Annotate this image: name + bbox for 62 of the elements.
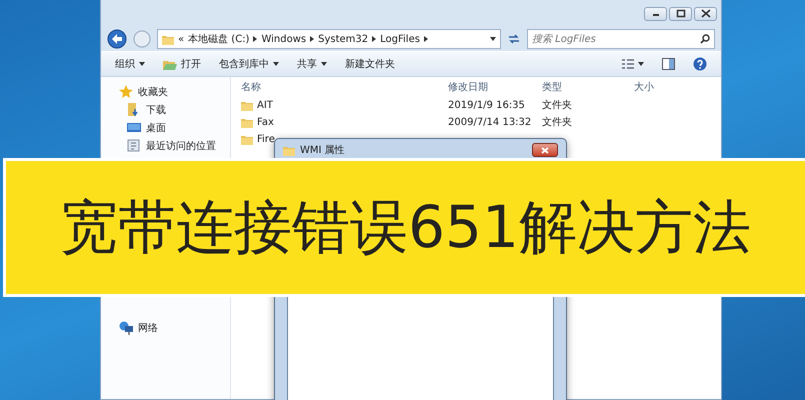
- view-button[interactable]: [622, 59, 644, 69]
- search-icon: [700, 34, 710, 44]
- nav-item[interactable]: 下载: [146, 102, 166, 118]
- column-header[interactable]: 名称: [241, 80, 448, 94]
- banner-title: 宽带连接错误651解决方法: [60, 192, 751, 263]
- network-icon: [119, 321, 133, 335]
- nav-item[interactable]: 桌面: [146, 120, 166, 136]
- toolbar-button[interactable]: 组织: [115, 56, 145, 72]
- dialog-title: WMI 属性: [300, 144, 345, 158]
- close-icon: [541, 146, 549, 154]
- folder-icon: [241, 100, 253, 111]
- breadcrumb-item[interactable]: 本地磁盘 (C:): [188, 32, 250, 46]
- folder-icon: [241, 117, 253, 128]
- caret-icon: [321, 62, 327, 66]
- folder-icon: [241, 134, 253, 145]
- breadcrumb-item[interactable]: Windows: [261, 32, 306, 46]
- caret-icon: [638, 62, 644, 66]
- breadcrumb-item[interactable]: LogFiles: [380, 32, 420, 46]
- caret-icon: [139, 62, 145, 66]
- file-name[interactable]: Fire: [257, 132, 275, 147]
- open-icon: [163, 58, 177, 70]
- close-button[interactable]: [532, 143, 558, 157]
- toolbar-button[interactable]: 共享: [297, 56, 327, 72]
- list-view-icon: [622, 59, 634, 69]
- nav-item[interactable]: 收藏夹: [138, 84, 168, 100]
- date-cell: 2009/7/14 13:32: [448, 117, 532, 128]
- type-cell: 文件夹: [542, 100, 572, 111]
- help-icon[interactable]: [693, 57, 707, 71]
- maximize-icon: [676, 9, 686, 18]
- chevron-icon: [310, 36, 314, 42]
- toolbar-button[interactable]: 包含到库中: [219, 56, 279, 72]
- minimize-button[interactable]: [644, 6, 667, 20]
- maximize-button[interactable]: [669, 6, 692, 20]
- caret-icon: [490, 37, 496, 41]
- refresh-icon[interactable]: [507, 33, 521, 45]
- search-field[interactable]: 搜索 LogFiles: [527, 29, 715, 49]
- file-name[interactable]: AIT: [257, 98, 273, 113]
- column-header[interactable]: 修改日期: [448, 80, 542, 94]
- breadcrumb-item[interactable]: System32: [318, 32, 368, 46]
- column-header[interactable]: 大小: [634, 80, 654, 94]
- toolbar-button[interactable]: 新建文件夹: [345, 56, 395, 72]
- chevron-icon: [372, 36, 376, 42]
- folder-icon: [283, 144, 295, 156]
- chevron-icon: [253, 36, 258, 42]
- nav-item[interactable]: 网络: [138, 320, 158, 336]
- chevron-icon: [424, 36, 428, 42]
- star-icon: [119, 85, 133, 99]
- folder-icon: [162, 34, 174, 44]
- caret-icon: [273, 62, 279, 66]
- column-header[interactable]: 类型: [542, 80, 634, 94]
- toolbar-button[interactable]: 打开: [163, 56, 201, 72]
- preview-pane-icon[interactable]: [662, 58, 675, 70]
- address-bar[interactable]: « 本地磁盘 (C:) Windows System32 LogFiles: [157, 29, 501, 49]
- monitor-icon: [127, 121, 141, 135]
- type-cell: 文件夹: [542, 117, 572, 128]
- close-icon: [700, 9, 710, 18]
- document-icon: [127, 139, 141, 153]
- close-button[interactable]: [694, 6, 717, 20]
- date-cell: 2019/1/9 16:35: [448, 100, 525, 111]
- overflow-mark[interactable]: «: [178, 32, 184, 46]
- nav-item[interactable]: 最近访问的位置: [146, 138, 216, 154]
- file-name[interactable]: Fax: [257, 115, 274, 130]
